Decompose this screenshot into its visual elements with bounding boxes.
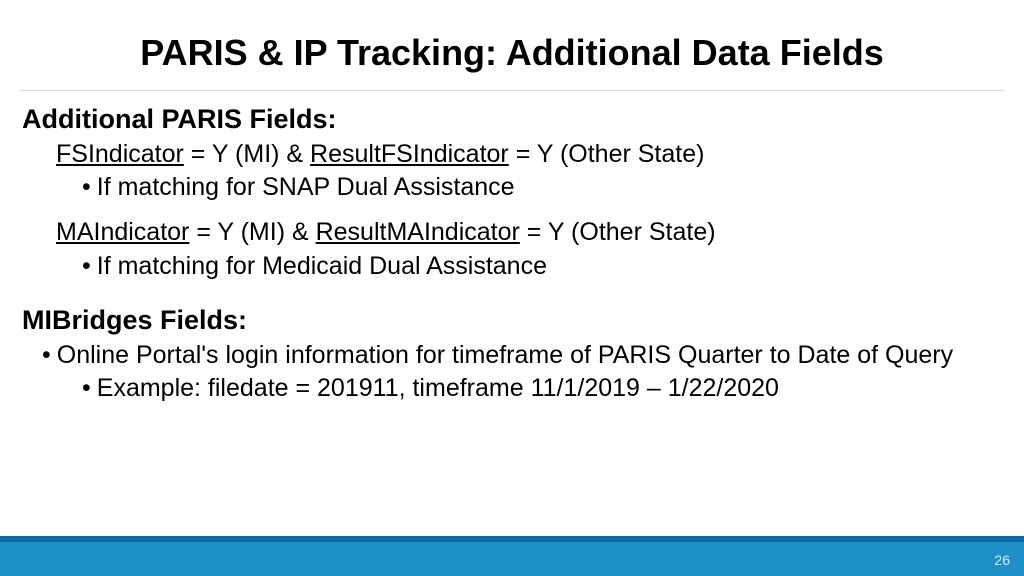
fs-mid: = Y (MI) & bbox=[184, 140, 310, 168]
mibridges-example-text: Example: filedate = 201911, timeframe 11… bbox=[97, 373, 779, 404]
fs-field-line: FSIndicator = Y (MI) & ResultFSIndicator… bbox=[56, 139, 1002, 170]
mibridges-bullet: • Online Portal's login information for … bbox=[42, 340, 1002, 371]
ma-tail: = Y (Other State) bbox=[520, 218, 716, 246]
slide-title: PARIS & IP Tracking: Additional Data Fie… bbox=[0, 0, 1024, 82]
mibridges-example: • Example: filedate = 201911, timeframe … bbox=[82, 373, 1002, 404]
mibridges-heading: MIBridges Fields: bbox=[22, 304, 1002, 338]
bullet-dot-icon: • bbox=[82, 172, 91, 203]
fs-indicator-2: ResultFSIndicator bbox=[310, 140, 509, 168]
ma-indicator-1: MAIndicator bbox=[56, 218, 189, 246]
page-number: 26 bbox=[994, 552, 1010, 568]
mibridges-bullet-text: Online Portal's login information for ti… bbox=[57, 340, 953, 371]
title-divider bbox=[20, 90, 1004, 91]
bullet-dot-icon: • bbox=[82, 251, 91, 282]
ma-sub-bullet: • If matching for Medicaid Dual Assistan… bbox=[82, 251, 1002, 282]
fs-tail: = Y (Other State) bbox=[509, 140, 705, 168]
footer-bar: 26 bbox=[0, 542, 1024, 576]
bullet-dot-icon: • bbox=[42, 340, 51, 371]
fs-sub-bullet: • If matching for SNAP Dual Assistance bbox=[82, 172, 1002, 203]
slide: PARIS & IP Tracking: Additional Data Fie… bbox=[0, 0, 1024, 576]
fs-indicator-1: FSIndicator bbox=[56, 140, 184, 168]
slide-body: Additional PARIS Fields: FSIndicator = Y… bbox=[0, 103, 1024, 404]
ma-sub-text: If matching for Medicaid Dual Assistance bbox=[97, 251, 547, 282]
ma-indicator-2: ResultMAIndicator bbox=[316, 218, 520, 246]
bullet-dot-icon: • bbox=[82, 373, 91, 404]
paris-heading: Additional PARIS Fields: bbox=[22, 103, 1002, 137]
fs-sub-text: If matching for SNAP Dual Assistance bbox=[97, 172, 515, 203]
ma-field-line: MAIndicator = Y (MI) & ResultMAIndicator… bbox=[56, 217, 1002, 248]
ma-mid: = Y (MI) & bbox=[189, 218, 315, 246]
